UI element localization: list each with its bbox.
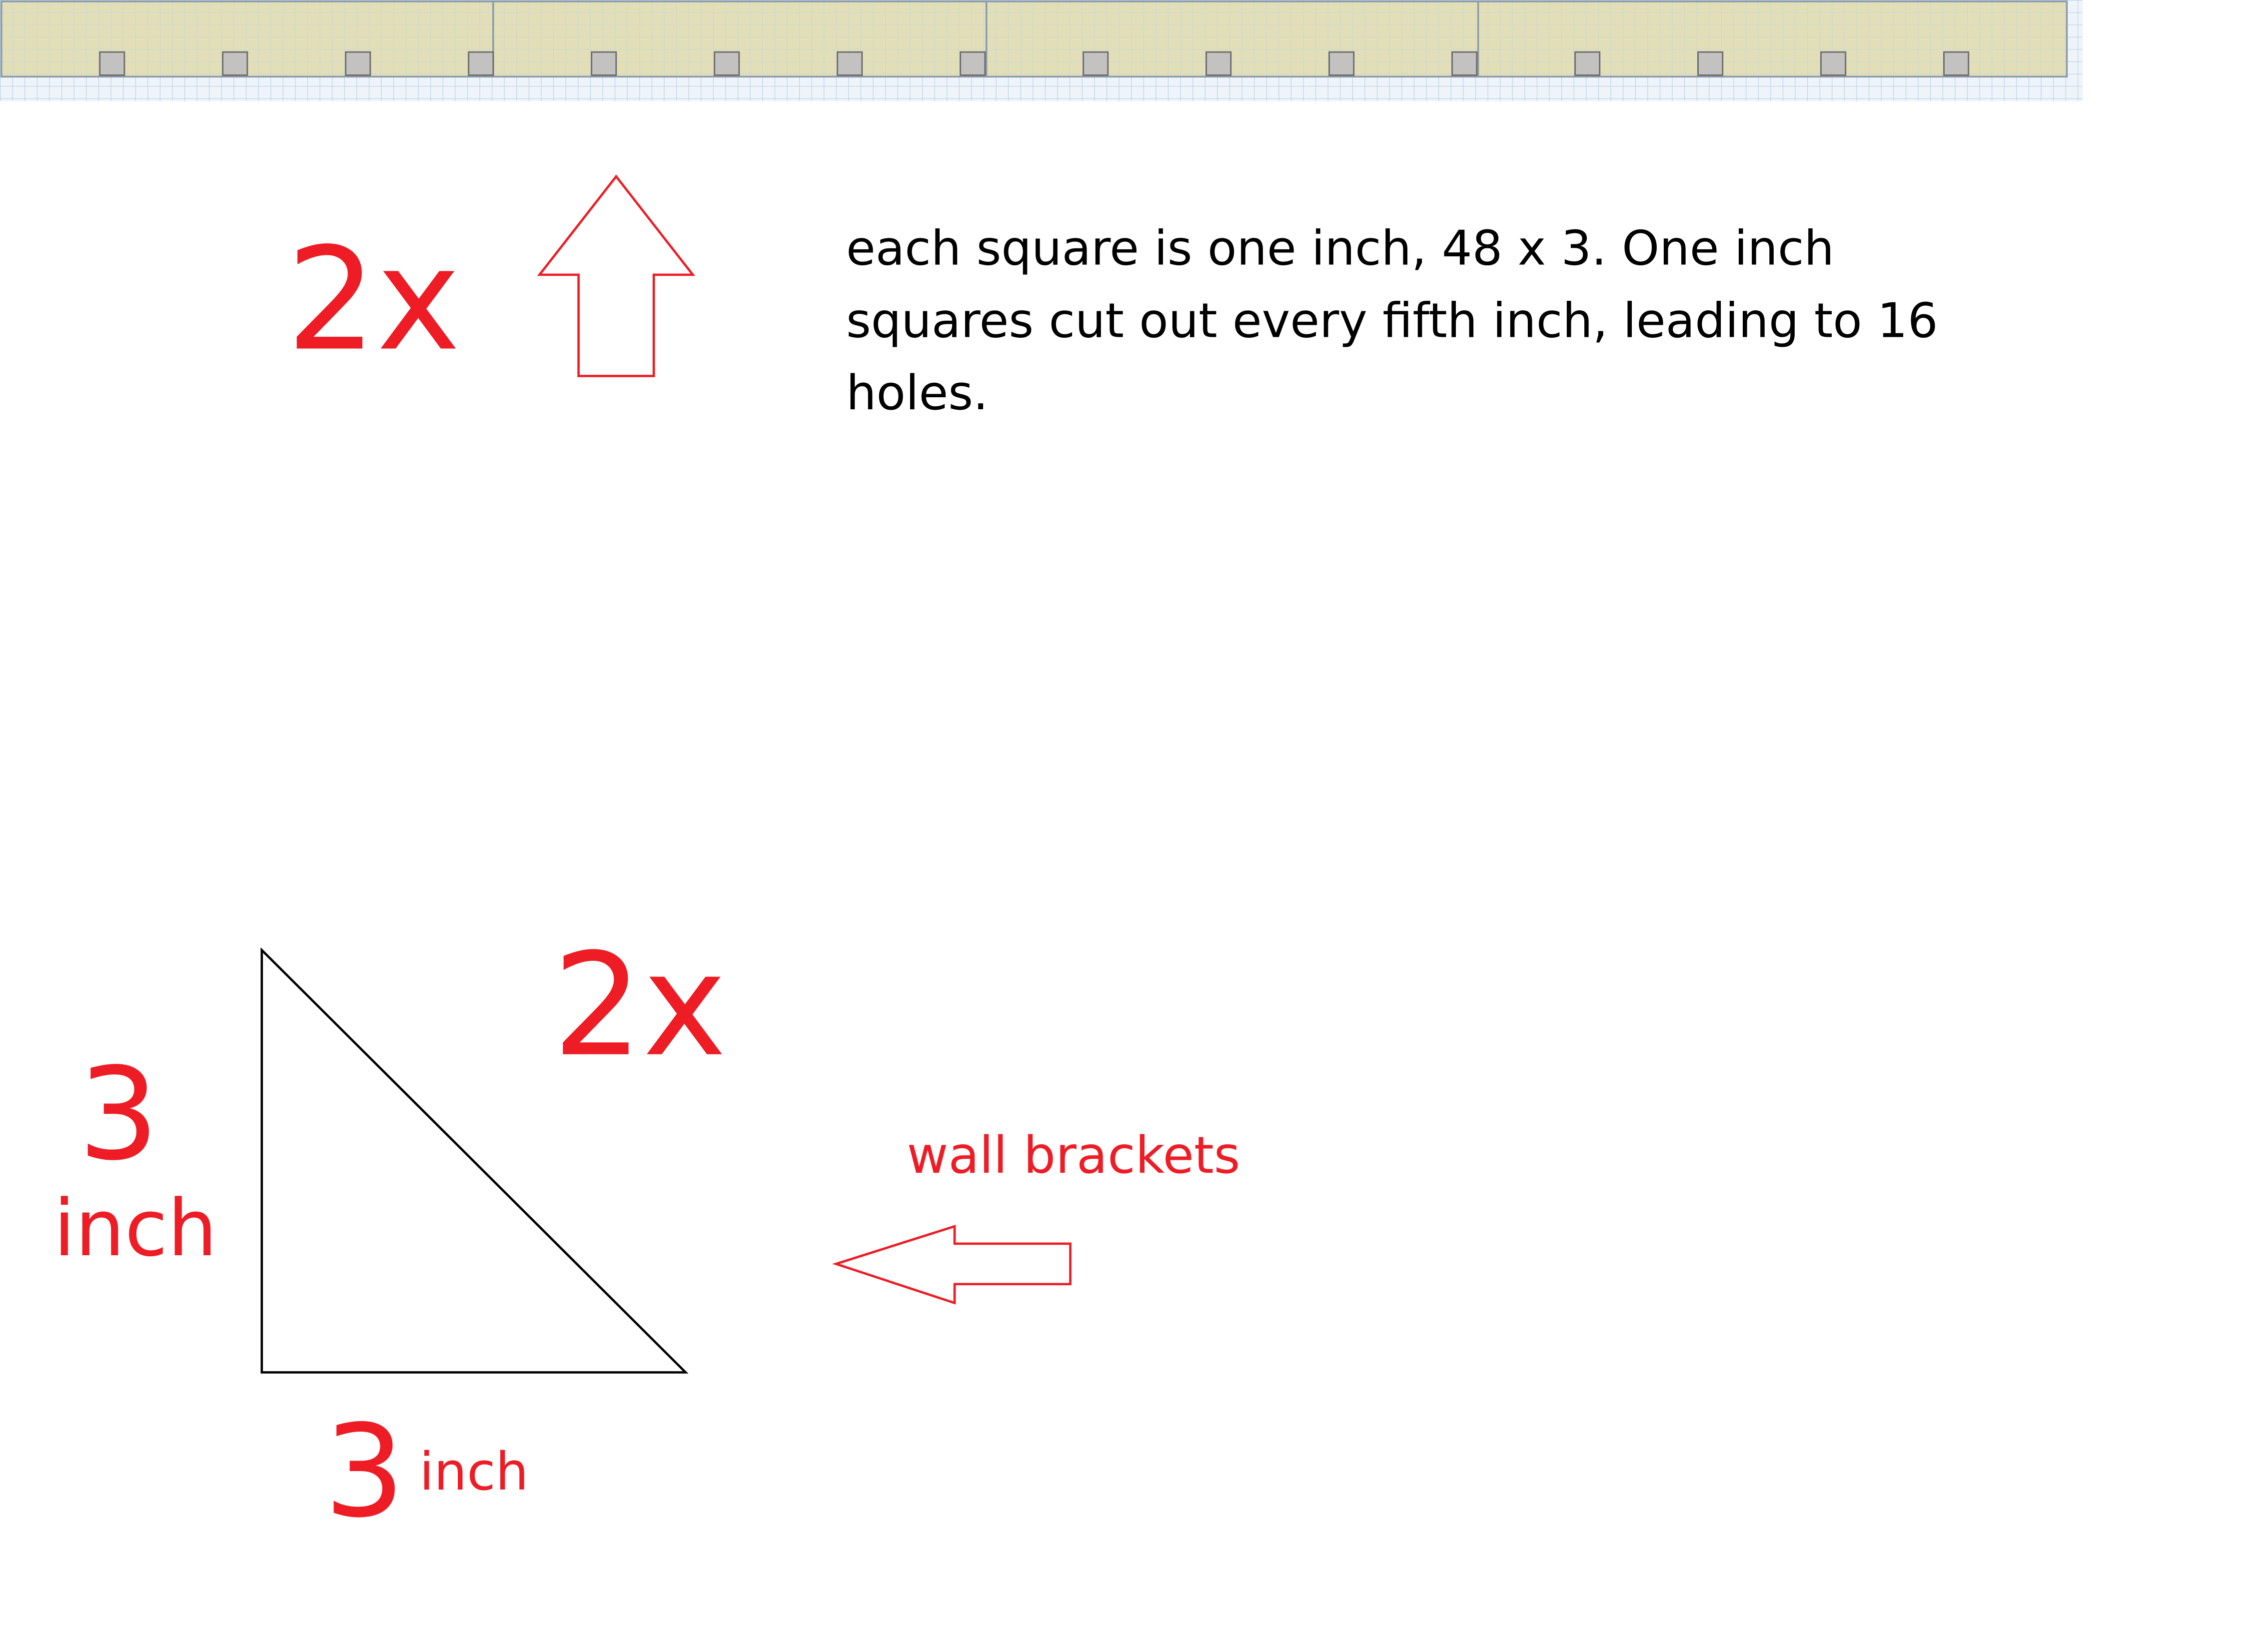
shelf-description: each square is one inch, 48 x 3. One inc… <box>846 219 1938 421</box>
shelf-board-grid <box>0 0 2083 101</box>
bracket-label: wall brackets <box>907 1128 1240 1186</box>
bracket-height-unit: inch <box>53 1183 217 1274</box>
board-hole <box>1574 51 1601 76</box>
board-hole <box>1205 51 1232 76</box>
board-hole <box>468 51 494 76</box>
board-hole <box>714 51 740 76</box>
board-hole <box>345 51 371 76</box>
board-hole <box>960 51 986 76</box>
up-arrow-icon <box>537 174 695 377</box>
bracket-height-value: 3 <box>78 1039 159 1189</box>
board-hole <box>591 51 617 76</box>
bracket-base-unit: inch <box>419 1443 529 1503</box>
board-hole <box>1697 51 1724 76</box>
board-hole <box>1328 51 1355 76</box>
shelf-multiplier: 2x <box>286 218 461 383</box>
left-arrow-icon <box>832 1224 1072 1305</box>
bracket-triangle <box>260 947 689 1374</box>
board-hole <box>1943 51 1970 76</box>
diagram-canvas: 2x each square is one inch, 48 x 3. One … <box>0 0 2268 1630</box>
board-hole <box>1820 51 1847 76</box>
board-hole <box>1083 51 1109 76</box>
board-hole <box>99 51 125 76</box>
board-hole <box>837 51 863 76</box>
board-hole <box>222 51 248 76</box>
bracket-base-value: 3 <box>324 1397 405 1546</box>
board-hole <box>1451 51 1478 76</box>
